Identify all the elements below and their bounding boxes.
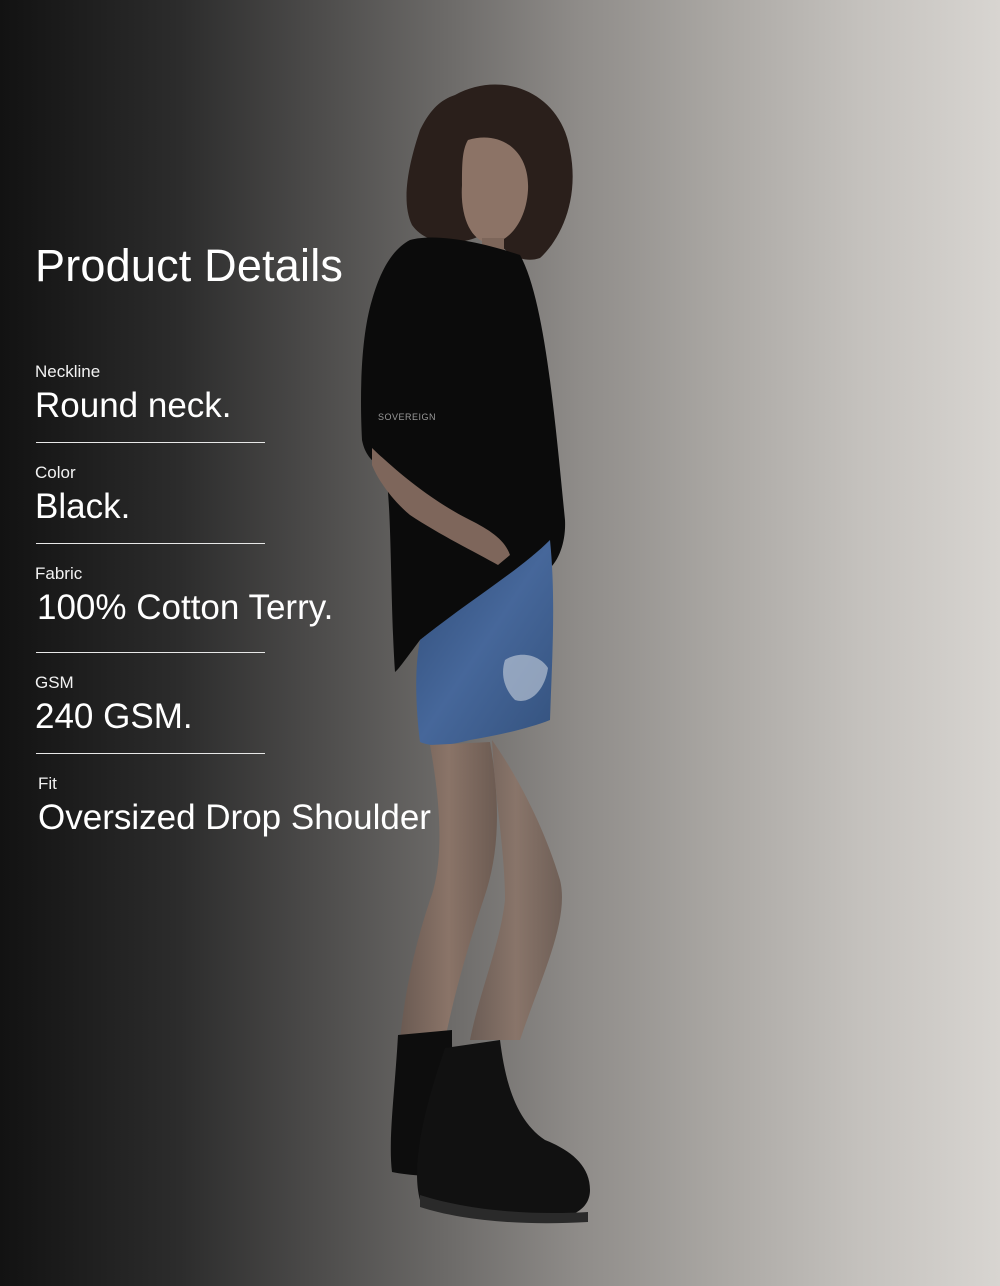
- detail-value: Round neck.: [35, 386, 232, 425]
- detail-value: Oversized Drop Shoulder: [38, 798, 431, 837]
- detail-fabric: Fabric 100% Cotton Terry.: [35, 564, 475, 653]
- detail-gsm: GSM 240 GSM.: [35, 673, 475, 754]
- detail-label: Fabric: [35, 564, 83, 583]
- detail-label: Color: [35, 463, 76, 482]
- detail-value: Black.: [35, 487, 131, 526]
- boots: [390, 1030, 590, 1224]
- detail-fit: Fit Oversized Drop Shoulder: [35, 774, 475, 838]
- detail-value: 100% Cotton Terry.: [37, 588, 334, 627]
- detail-neckline: Neckline Round neck.: [35, 362, 475, 443]
- divider: [36, 652, 265, 653]
- panel-title: Product Details: [35, 240, 344, 291]
- detail-label: Neckline: [35, 362, 101, 381]
- detail-label: Fit: [38, 774, 57, 793]
- detail-color: Color Black.: [35, 463, 475, 544]
- detail-label: GSM: [35, 673, 74, 692]
- divider: [36, 753, 265, 754]
- product-details-panel: Product Details Neckline Round neck. Col…: [35, 236, 475, 838]
- divider: [36, 442, 265, 443]
- detail-value: 240 GSM.: [35, 697, 193, 736]
- divider: [36, 543, 265, 544]
